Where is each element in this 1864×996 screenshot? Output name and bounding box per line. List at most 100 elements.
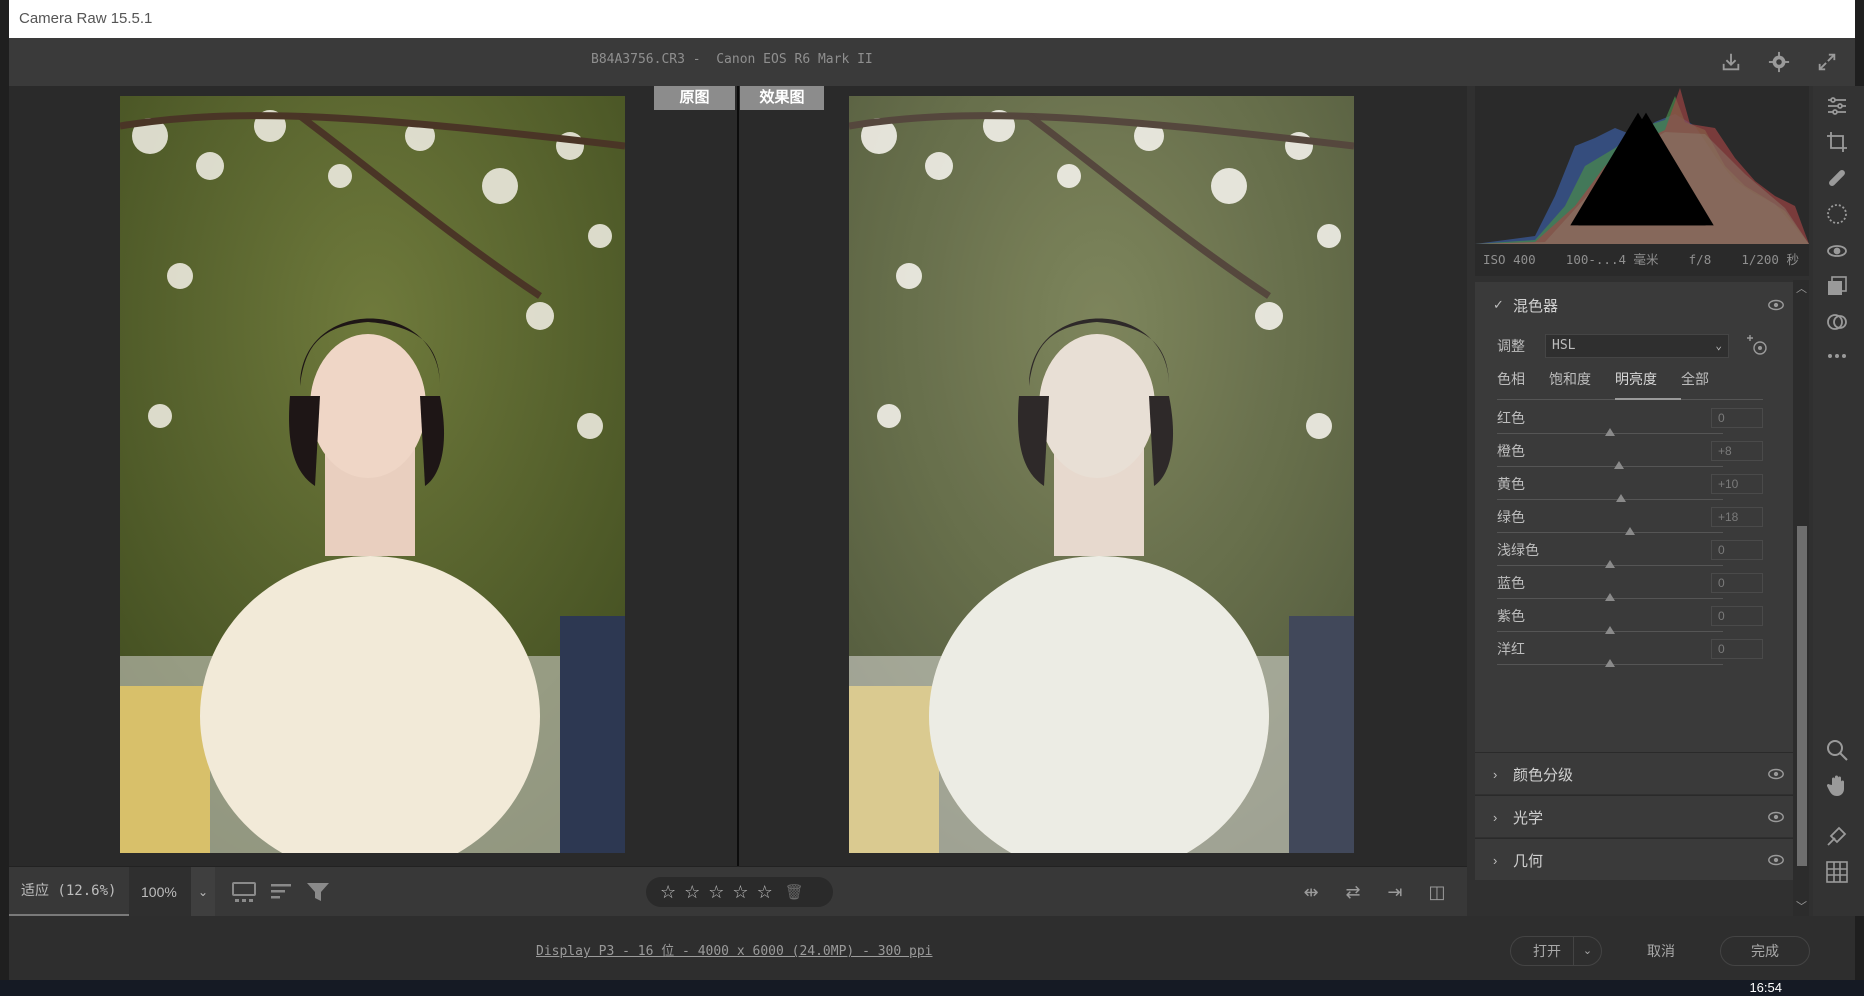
presets-icon[interactable] xyxy=(1825,274,1851,300)
zoom-icon[interactable] xyxy=(1825,738,1851,764)
tab-hue[interactable]: 色相 xyxy=(1497,368,1549,400)
slider-row[interactable]: 红色 0 xyxy=(1497,408,1763,441)
swap-before-after-icon[interactable]: ⇄ xyxy=(1339,877,1367,907)
copy-settings-icon[interactable]: ⇥ xyxy=(1381,877,1409,907)
optics-header[interactable]: › 光学 xyxy=(1475,796,1793,838)
slider-row[interactable]: 橙色 +8 xyxy=(1497,441,1763,474)
before-label: 原图 xyxy=(654,86,735,110)
scroll-down-chevron-icon[interactable]: ﹀ xyxy=(1796,898,1807,914)
scrollbar-thumb[interactable] xyxy=(1797,526,1807,866)
slider-value-input[interactable]: +10 xyxy=(1711,474,1763,494)
visibility-eye-icon[interactable] xyxy=(1767,808,1785,826)
geometry-section[interactable]: › 几何 xyxy=(1475,838,1793,880)
slider-row[interactable]: 黄色 +10 xyxy=(1497,474,1763,507)
star-5[interactable]: ☆ xyxy=(757,877,773,907)
trash-icon[interactable]: 🗑 xyxy=(785,883,804,901)
edit-panel: ISO 400 100-...4 毫米 f/8 1/200 秒 ✓ 混色器 调整… xyxy=(1467,86,1813,916)
slider-value-input[interactable]: 0 xyxy=(1711,408,1763,428)
slider-thumb[interactable] xyxy=(1605,560,1615,568)
open-button[interactable]: 打开 ⌄ xyxy=(1510,936,1602,966)
visibility-eye-icon[interactable] xyxy=(1767,851,1785,869)
slider-row[interactable]: 蓝色 0 xyxy=(1497,573,1763,606)
color-grading-section[interactable]: › 颜色分级 xyxy=(1475,752,1793,794)
adjust-select[interactable]: HSL ⌄ xyxy=(1545,334,1729,358)
sort-icon[interactable] xyxy=(269,879,297,905)
red-eye-icon[interactable] xyxy=(1825,238,1851,264)
star-1[interactable]: ☆ xyxy=(660,877,676,907)
more-icon[interactable] xyxy=(1825,344,1851,370)
open-label: 打开 xyxy=(1533,943,1561,959)
slider-value-input[interactable]: 0 xyxy=(1711,540,1763,560)
slider-thumb[interactable] xyxy=(1614,461,1625,469)
slider-row[interactable]: 紫色 0 xyxy=(1497,606,1763,639)
slider-thumb[interactable] xyxy=(1605,659,1615,667)
workflow-options-link[interactable]: Display P3 - 16 位 - 4000 x 6000 (24.0MP)… xyxy=(536,940,933,959)
color-sampler-icon[interactable] xyxy=(1825,824,1851,850)
slider-value-input[interactable]: 0 xyxy=(1711,606,1763,626)
visibility-eye-icon[interactable] xyxy=(1767,296,1785,314)
geometry-title: 几何 xyxy=(1513,852,1544,870)
slider-value-input[interactable]: 0 xyxy=(1711,639,1763,659)
healing-icon[interactable] xyxy=(1825,166,1851,192)
slider-label: 蓝色 xyxy=(1497,575,1525,591)
masking-icon[interactable] xyxy=(1825,202,1851,228)
slider-value-input[interactable]: 0 xyxy=(1711,573,1763,593)
star-2[interactable]: ☆ xyxy=(684,877,700,907)
before-after-view-icon[interactable]: ◫ xyxy=(1423,877,1451,907)
visibility-eye-icon[interactable] xyxy=(1767,765,1785,783)
exif-iso: ISO 400 xyxy=(1483,252,1536,267)
star-4[interactable]: ☆ xyxy=(732,877,748,907)
grid-overlay-icon[interactable] xyxy=(1825,860,1851,886)
filter-icon[interactable] xyxy=(305,879,333,905)
zoom-100-button[interactable]: 100% xyxy=(129,867,191,917)
open-dropdown-chevron-icon[interactable]: ⌄ xyxy=(1573,937,1601,965)
slider-value-input[interactable]: +18 xyxy=(1711,507,1763,527)
panel-scrollbar[interactable]: ︿ ﹀ xyxy=(1793,280,1809,916)
slider-track[interactable] xyxy=(1497,532,1723,533)
targeted-adjustment-icon[interactable] xyxy=(1745,334,1771,358)
slider-row[interactable]: 浅绿色 0 xyxy=(1497,540,1763,573)
fullscreen-icon[interactable] xyxy=(1813,48,1841,76)
tab-luminance[interactable]: 明亮度 xyxy=(1615,368,1681,400)
settings-gear-icon[interactable] xyxy=(1765,48,1793,76)
fit-zoom-button[interactable]: 适应 (12.6%) xyxy=(9,867,129,917)
save-icon[interactable] xyxy=(1717,48,1745,76)
star-rating[interactable]: ☆ ☆ ☆ ☆ ☆ 🗑 xyxy=(646,877,833,907)
tab-all[interactable]: 全部 xyxy=(1681,368,1733,400)
tool-strip xyxy=(1813,86,1864,916)
slider-thumb[interactable] xyxy=(1605,626,1615,634)
filmstrip-icon[interactable] xyxy=(231,879,259,905)
image-viewer[interactable]: 原图 效果图 xyxy=(9,86,1467,866)
adjust-row: 调整 HSL ⌄ xyxy=(1497,334,1787,358)
geometry-header[interactable]: › 几何 xyxy=(1475,839,1793,881)
slider-thumb[interactable] xyxy=(1605,593,1615,601)
snapshots-icon[interactable] xyxy=(1825,310,1851,336)
slider-thumb[interactable] xyxy=(1605,428,1615,436)
cancel-button[interactable]: 取消 xyxy=(1621,936,1701,966)
done-button[interactable]: 完成 xyxy=(1720,936,1810,966)
chevron-right-icon: › xyxy=(1493,852,1498,868)
chevron-right-icon: › xyxy=(1493,809,1498,825)
tab-saturation[interactable]: 饱和度 xyxy=(1549,368,1615,400)
photo-after xyxy=(849,96,1354,853)
slider-track[interactable] xyxy=(1497,466,1723,467)
slider-value-input[interactable]: +8 xyxy=(1711,441,1763,461)
slider-label: 浅绿色 xyxy=(1497,542,1539,558)
slider-row[interactable]: 洋红 0 xyxy=(1497,639,1763,672)
crop-icon[interactable] xyxy=(1825,130,1851,156)
scroll-up-chevron-icon[interactable]: ︿ xyxy=(1796,280,1807,296)
highlight-clipping-icon[interactable] xyxy=(1471,90,1805,248)
slider-thumb[interactable] xyxy=(1616,494,1627,502)
zoom-dropdown-chevron-icon[interactable]: ⌄ xyxy=(191,867,215,917)
slider-track[interactable] xyxy=(1497,499,1723,500)
hand-icon[interactable] xyxy=(1825,774,1851,800)
color-grading-header[interactable]: › 颜色分级 xyxy=(1475,753,1793,795)
color-mixer-header[interactable]: ✓ 混色器 xyxy=(1475,282,1793,328)
slider-row[interactable]: 绿色 +18 xyxy=(1497,507,1763,540)
star-3[interactable]: ☆ xyxy=(708,877,724,907)
exif-shutter: 1/200 秒 xyxy=(1741,252,1799,267)
optics-section[interactable]: › 光学 xyxy=(1475,795,1793,837)
slider-thumb[interactable] xyxy=(1625,527,1636,535)
swap-before-after-settings-icon[interactable]: ⇹ xyxy=(1297,877,1325,907)
edit-sliders-icon[interactable] xyxy=(1825,94,1851,120)
